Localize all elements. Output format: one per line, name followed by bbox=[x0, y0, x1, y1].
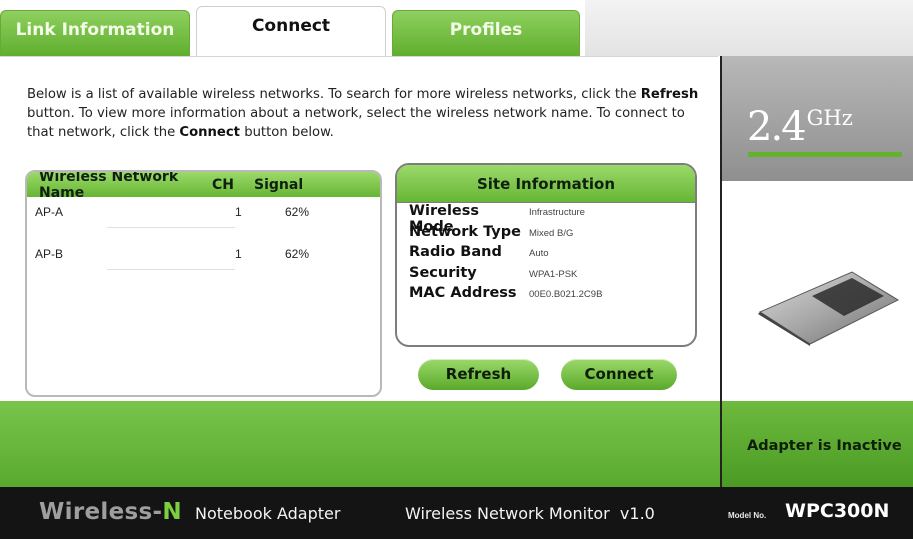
network-row-ap-b[interactable]: AP-B 1 62% bbox=[27, 239, 380, 281]
tab-strip-filler bbox=[585, 0, 913, 56]
info-row-mac-address: MAC Address 00E0.B021.2C9B bbox=[397, 285, 695, 306]
green-status-bar bbox=[0, 401, 720, 487]
info-row-security: Security WPA1-PSK bbox=[397, 265, 695, 286]
connect-panel: Below is a list of available wireless ne… bbox=[0, 56, 718, 401]
column-header-signal: Signal bbox=[254, 176, 304, 193]
row-divider bbox=[107, 227, 235, 228]
instructions-part-3: button below. bbox=[240, 125, 334, 140]
info-value: Auto bbox=[529, 248, 549, 259]
product-name: Notebook Adapter bbox=[195, 504, 341, 523]
adapter-status-area: Adapter is Inactive bbox=[722, 401, 913, 487]
tab-connect[interactable]: Connect bbox=[196, 6, 386, 58]
network-channel: 1 bbox=[235, 247, 242, 261]
band-unit: GHz bbox=[806, 106, 853, 130]
site-information-title: Site Information bbox=[397, 165, 695, 203]
app-name: Wireless Network Monitor v1.0 bbox=[405, 504, 655, 523]
info-row-radio-band: Radio Band Auto bbox=[397, 244, 695, 265]
instructions-connect-word: Connect bbox=[179, 125, 240, 140]
info-value: Mixed B/G bbox=[529, 227, 574, 239]
info-value: Infrastructure bbox=[529, 207, 585, 218]
model-label: Model No. bbox=[728, 511, 767, 520]
site-information-panel: Site Information Wireless Mode Infrastru… bbox=[395, 163, 697, 347]
brand-n: N bbox=[162, 499, 182, 525]
column-header-network-name: Wireless Network Name bbox=[39, 170, 179, 201]
info-row-wireless-mode: Wireless Mode Infrastructure bbox=[397, 203, 695, 235]
column-header-channel: CH bbox=[212, 176, 234, 193]
tab-link-information[interactable]: Link Information bbox=[0, 10, 190, 56]
right-panel: 2.4GHz Adapter is Inactive bbox=[720, 56, 913, 487]
refresh-button[interactable]: Refresh bbox=[418, 359, 539, 390]
info-label: Radio Band bbox=[409, 244, 502, 260]
info-value: WPA1-PSK bbox=[529, 268, 578, 280]
info-value: 00E0.B021.2C9B bbox=[529, 289, 603, 300]
band-indicator: 2.4GHz bbox=[722, 56, 913, 181]
network-row-ap-a[interactable]: AP-A 1 62% bbox=[27, 197, 380, 239]
network-name: AP-A bbox=[35, 205, 64, 219]
brand-wireless: Wireless- bbox=[39, 499, 163, 525]
network-name: AP-B bbox=[35, 247, 64, 261]
info-label: MAC Address bbox=[409, 285, 517, 301]
info-label: Network Type bbox=[409, 223, 521, 240]
network-list-header: Wireless Network Name CH Signal bbox=[27, 172, 380, 201]
pc-card-adapter-image bbox=[758, 271, 900, 346]
instructions-text: Below is a list of available wireless ne… bbox=[27, 85, 712, 142]
instructions-part-2: button. To view more information about a… bbox=[27, 106, 685, 140]
connect-button[interactable]: Connect bbox=[561, 359, 677, 390]
band-number: 2.4 bbox=[747, 104, 807, 150]
instructions-part-1: Below is a list of available wireless ne… bbox=[27, 87, 641, 102]
tab-profiles[interactable]: Profiles bbox=[392, 10, 580, 56]
footer-bar: Wireless-N Notebook Adapter Wireless Net… bbox=[0, 487, 913, 539]
band-underline bbox=[748, 152, 902, 157]
instructions-refresh-word: Refresh bbox=[640, 87, 699, 102]
info-label: Security bbox=[409, 264, 477, 281]
tab-bar: Link Information Connect Profiles bbox=[0, 0, 913, 58]
band-label: 2.4GHz bbox=[747, 104, 853, 150]
row-divider bbox=[107, 269, 235, 270]
network-channel: 1 bbox=[235, 205, 242, 219]
brand-logo: Wireless-N bbox=[39, 499, 182, 525]
model-number: WPC300N bbox=[785, 500, 890, 522]
network-signal: 62% bbox=[285, 247, 310, 261]
adapter-status-text: Adapter is Inactive bbox=[747, 438, 902, 454]
network-list: Wireless Network Name CH Signal AP-A 1 6… bbox=[25, 170, 382, 397]
network-signal: 62% bbox=[285, 205, 310, 219]
info-row-network-type: Network Type Mixed B/G bbox=[397, 224, 695, 245]
